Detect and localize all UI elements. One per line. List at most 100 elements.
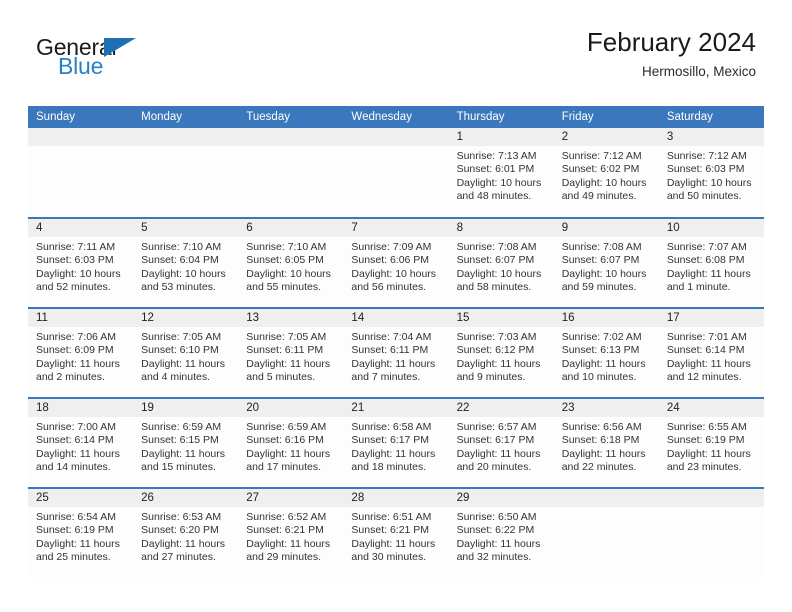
day-detail-line: Daylight: 10 hours bbox=[456, 267, 542, 280]
day-detail-line: Sunset: 6:03 PM bbox=[666, 163, 745, 176]
day-detail-line: Sunrise: 7:08 AM bbox=[456, 241, 537, 253]
day-detail-line: Sunrise: 7:01 AM bbox=[666, 331, 747, 343]
day-details: Sunrise: 7:06 AM Sunset: 6:09 PM Daylight:… bbox=[28, 327, 133, 385]
calendar-day-cell[interactable]: 6 Sunrise: 7:10 AM Sunset: 6:05 PM Daylight… bbox=[238, 218, 344, 309]
day-detail-line: and 55 minutes. bbox=[246, 281, 321, 294]
day-number: 26 bbox=[133, 489, 239, 507]
calendar-day-cell[interactable]: 3 Sunrise: 7:12 AM Sunset: 6:03 PM Daylight… bbox=[658, 128, 764, 219]
calendar-day-cell[interactable]: 7 Sunrise: 7:09 AM Sunset: 6:06 PM Daylight… bbox=[343, 218, 449, 309]
calendar-week-row: 11 Sunrise: 7:06 AM Sunset: 6:09 PM Dayligh… bbox=[28, 308, 764, 399]
day-detail-line: Daylight: 10 hours bbox=[666, 176, 752, 189]
calendar-day-cell[interactable]: 24 Sunrise: 6:55 AM Sunset: 6:19 PM Dayligh… bbox=[658, 398, 764, 489]
calendar-empty-cell bbox=[658, 488, 764, 578]
calendar-day-cell[interactable]: 25 Sunrise: 6:54 AM Sunset: 6:19 PM Dayligh… bbox=[28, 488, 134, 578]
day-number: 29 bbox=[448, 489, 554, 507]
calendar-day-cell[interactable]: 1 Sunrise: 7:13 AM Sunset: 6:01 PM Daylight… bbox=[448, 128, 554, 219]
calendar-day-cell[interactable]: 15 Sunrise: 7:03 AM Sunset: 6:12 PM Dayligh… bbox=[448, 308, 554, 399]
day-detail-line: and 27 minutes. bbox=[141, 551, 216, 564]
day-detail-line: Daylight: 11 hours bbox=[141, 357, 225, 370]
calendar-page: General Blue February 2024 Hermosillo, M… bbox=[0, 0, 792, 612]
page-subtitle: Hermosillo, Mexico bbox=[641, 64, 756, 79]
calendar-day-cell[interactable]: 4 Sunrise: 7:11 AM Sunset: 6:03 PM Daylight… bbox=[28, 218, 134, 309]
day-detail-line: Sunset: 6:18 PM bbox=[561, 434, 640, 447]
day-details: Sunrise: 7:00 AM Sunset: 6:14 PM Daylight:… bbox=[28, 417, 133, 475]
day-detail-line: Daylight: 11 hours bbox=[36, 447, 120, 460]
day-number: 2 bbox=[553, 128, 659, 146]
calendar-empty-cell bbox=[343, 128, 449, 219]
day-details: Sunrise: 7:03 AM Sunset: 6:12 PM Daylight:… bbox=[449, 327, 554, 385]
day-detail-line: and 56 minutes. bbox=[351, 281, 427, 294]
calendar-day-cell[interactable]: 29 Sunrise: 6:50 AM Sunset: 6:22 PM Dayligh… bbox=[448, 488, 554, 578]
day-number: 13 bbox=[238, 309, 344, 327]
calendar-day-cell[interactable]: 17 Sunrise: 7:01 AM Sunset: 6:14 PM Dayligh… bbox=[658, 308, 764, 399]
calendar-day-cell[interactable]: 18 Sunrise: 7:00 AM Sunset: 6:14 PM Dayligh… bbox=[28, 398, 134, 489]
day-number: 7 bbox=[343, 219, 449, 237]
day-detail-line: Sunrise: 6:53 AM bbox=[141, 511, 222, 523]
day-details: Sunrise: 7:12 AM Sunset: 6:03 PM Daylight:… bbox=[659, 146, 764, 204]
calendar-day-cell[interactable]: 8 Sunrise: 7:08 AM Sunset: 6:07 PM Daylight… bbox=[448, 218, 554, 309]
day-number: 21 bbox=[343, 399, 449, 417]
day-detail-line: Daylight: 11 hours bbox=[351, 357, 436, 370]
day-detail-line: Daylight: 11 hours bbox=[666, 267, 751, 280]
day-details: Sunrise: 6:53 AM Sunset: 6:20 PM Daylight:… bbox=[133, 507, 238, 565]
day-detail-line: Daylight: 10 hours bbox=[561, 267, 647, 280]
day-detail-line: Sunset: 6:07 PM bbox=[561, 254, 640, 267]
calendar-day-cell[interactable]: 2 Sunrise: 7:12 AM Sunset: 6:02 PM Daylight… bbox=[553, 128, 659, 219]
day-detail-line: and 15 minutes. bbox=[141, 461, 216, 474]
calendar-day-cell[interactable]: 27 Sunrise: 6:52 AM Sunset: 6:21 PM Dayligh… bbox=[238, 488, 344, 578]
page-title: February 2024 bbox=[586, 27, 756, 57]
day-number: 9 bbox=[553, 219, 659, 237]
day-detail-line: and 2 minutes. bbox=[36, 371, 105, 384]
day-details: Sunrise: 7:07 AM Sunset: 6:08 PM Daylight:… bbox=[659, 237, 764, 295]
calendar-day-cell[interactable]: 28 Sunrise: 6:51 AM Sunset: 6:21 PM Dayligh… bbox=[343, 488, 449, 578]
day-details: Sunrise: 6:57 AM Sunset: 6:17 PM Daylight:… bbox=[449, 417, 554, 475]
day-details: Sunrise: 7:08 AM Sunset: 6:07 PM Daylight:… bbox=[554, 237, 659, 295]
day-detail-line: and 17 minutes. bbox=[246, 461, 321, 474]
day-detail-line: and 7 minutes. bbox=[351, 371, 421, 384]
day-detail-line: Sunrise: 6:54 AM bbox=[36, 511, 116, 523]
day-detail-line: Sunrise: 7:05 AM bbox=[246, 331, 327, 343]
calendar-day-cell[interactable]: 26 Sunrise: 6:53 AM Sunset: 6:20 PM Dayligh… bbox=[133, 488, 239, 578]
day-detail-line: and 52 minutes. bbox=[36, 281, 111, 294]
day-number bbox=[658, 489, 764, 507]
day-detail-line: Daylight: 10 hours bbox=[141, 267, 226, 280]
weekday-header-cell: Saturday bbox=[658, 106, 764, 128]
calendar-day-cell[interactable]: 16 Sunrise: 7:02 AM Sunset: 6:13 PM Dayligh… bbox=[553, 308, 659, 399]
day-detail-line: Daylight: 11 hours bbox=[246, 447, 331, 460]
day-number: 10 bbox=[658, 219, 764, 237]
day-number: 4 bbox=[28, 219, 134, 237]
calendar-day-cell[interactable]: 5 Sunrise: 7:10 AM Sunset: 6:04 PM Daylight… bbox=[133, 218, 239, 309]
calendar-day-cell[interactable]: 21 Sunrise: 6:58 AM Sunset: 6:17 PM Dayligh… bbox=[343, 398, 449, 489]
day-detail-line: Sunset: 6:05 PM bbox=[246, 254, 324, 267]
day-detail-line: Daylight: 11 hours bbox=[456, 447, 541, 460]
day-details: Sunrise: 6:59 AM Sunset: 6:16 PM Daylight:… bbox=[238, 417, 343, 475]
calendar-day-cell[interactable]: 12 Sunrise: 7:05 AM Sunset: 6:10 PM Dayligh… bbox=[133, 308, 239, 399]
weekday-header-cell: Monday bbox=[133, 106, 239, 128]
calendar-day-cell[interactable]: 22 Sunrise: 6:57 AM Sunset: 6:17 PM Dayligh… bbox=[448, 398, 554, 489]
day-detail-line: Sunset: 6:20 PM bbox=[141, 524, 219, 537]
day-detail-line: Sunrise: 7:04 AM bbox=[351, 331, 432, 343]
day-detail-line: Sunset: 6:11 PM bbox=[351, 344, 429, 357]
day-number: 5 bbox=[133, 219, 239, 237]
day-number: 1 bbox=[448, 128, 554, 146]
day-details: Sunrise: 6:54 AM Sunset: 6:19 PM Daylight:… bbox=[28, 507, 133, 565]
calendar-day-cell[interactable]: 19 Sunrise: 6:59 AM Sunset: 6:15 PM Dayligh… bbox=[133, 398, 239, 489]
day-detail-line: and 49 minutes. bbox=[561, 190, 637, 203]
calendar-day-cell[interactable]: 20 Sunrise: 6:59 AM Sunset: 6:16 PM Dayligh… bbox=[238, 398, 344, 489]
day-detail-line: Sunset: 6:07 PM bbox=[456, 254, 535, 267]
calendar-day-cell[interactable]: 9 Sunrise: 7:08 AM Sunset: 6:07 PM Daylight… bbox=[553, 218, 659, 309]
day-details: Sunrise: 7:12 AM Sunset: 6:02 PM Daylight:… bbox=[554, 146, 659, 204]
calendar-day-cell[interactable]: 13 Sunrise: 7:05 AM Sunset: 6:11 PM Dayligh… bbox=[238, 308, 344, 399]
day-detail-line: Sunset: 6:21 PM bbox=[351, 524, 430, 537]
calendar-day-cell[interactable]: 14 Sunrise: 7:04 AM Sunset: 6:11 PM Dayligh… bbox=[343, 308, 449, 399]
page-header: General Blue February 2024 Hermosillo, M… bbox=[0, 26, 792, 96]
brand-name-blue: Blue bbox=[58, 53, 104, 79]
day-detail-line: Sunset: 6:22 PM bbox=[456, 524, 535, 537]
day-number bbox=[343, 128, 449, 146]
calendar-day-cell[interactable]: 10 Sunrise: 7:07 AM Sunset: 6:08 PM Dayligh… bbox=[658, 218, 764, 309]
calendar-day-cell[interactable]: 23 Sunrise: 6:56 AM Sunset: 6:18 PM Dayligh… bbox=[553, 398, 659, 489]
day-detail-line: Daylight: 11 hours bbox=[666, 357, 751, 370]
day-detail-line: Sunrise: 6:52 AM bbox=[246, 511, 327, 523]
day-number: 16 bbox=[553, 309, 659, 327]
calendar-day-cell[interactable]: 11 Sunrise: 7:06 AM Sunset: 6:09 PM Dayligh… bbox=[28, 308, 134, 399]
